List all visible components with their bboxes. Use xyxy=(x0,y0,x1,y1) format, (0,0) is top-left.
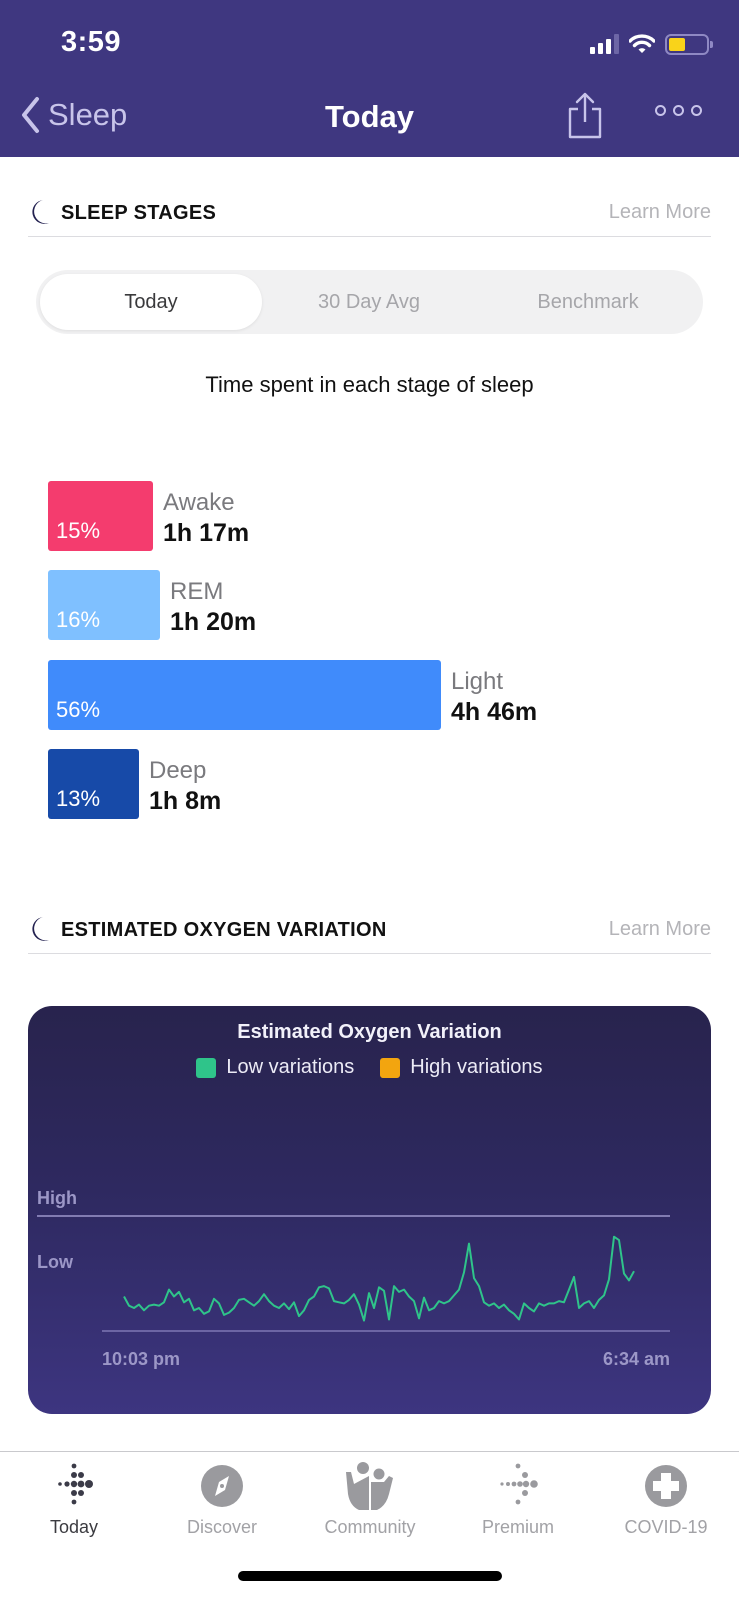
learn-more-link[interactable]: Learn More xyxy=(609,201,711,224)
medical-cross-icon xyxy=(645,1465,687,1507)
stage-percent: 13% xyxy=(56,786,101,811)
low-variation-series-line xyxy=(123,1235,635,1322)
y-tick-label-low: Low xyxy=(37,1252,74,1272)
tab-label: Premium xyxy=(481,1517,554,1537)
stage-percent: 16% xyxy=(56,607,101,632)
fitbit-logo-icon xyxy=(58,1463,93,1505)
tab-label: Today xyxy=(49,1517,99,1537)
back-button[interactable]: Sleep xyxy=(20,96,127,134)
stage-percent: 56% xyxy=(56,697,101,722)
battery-level xyxy=(669,37,685,51)
moon-icon xyxy=(32,200,49,224)
learn-more-link[interactable]: Learn More xyxy=(609,918,711,941)
stage-duration: 4h 46m xyxy=(451,698,538,726)
tab-today-nav[interactable]: Today xyxy=(0,1462,148,1548)
stage-duration: 1h 8m xyxy=(149,787,222,815)
more-options-icon[interactable] xyxy=(655,105,702,116)
x-tick-label-start: 10:03 pm xyxy=(102,1349,180,1369)
stage-name: REM xyxy=(170,578,224,605)
y-tick-label-high: High xyxy=(37,1188,77,1208)
stage-name: Deep xyxy=(149,757,207,784)
chevron-left-icon xyxy=(22,97,39,133)
tab-label: Community xyxy=(324,1517,416,1537)
tab-30-day-avg[interactable]: 30 Day Avg xyxy=(258,274,480,330)
tab-premium[interactable]: Premium xyxy=(444,1462,592,1548)
stages-subtitle: Time spent in each stage of sleep xyxy=(205,372,534,397)
oxygen-line-chart: High Low 10:03 pm 6:34 am xyxy=(37,1188,670,1369)
tab-label: Discover xyxy=(186,1517,257,1537)
compass-icon xyxy=(201,1465,243,1507)
back-label: Sleep xyxy=(48,97,128,132)
stage-name: Awake xyxy=(163,489,235,516)
tab-covid-19[interactable]: COVID-19 xyxy=(592,1462,739,1548)
period-segmented-control: Today 30 Day Avg Benchmark xyxy=(36,270,703,334)
app-header: 3:59 Sleep Today xyxy=(0,0,739,157)
tab-community[interactable]: Community xyxy=(296,1462,444,1548)
oxygen-variation-header: ESTIMATED OXYGEN VARIATION Learn More xyxy=(28,914,711,954)
tab-today[interactable]: Today xyxy=(40,274,262,330)
section-title: SLEEP STAGES xyxy=(61,202,217,224)
tab-benchmark[interactable]: Benchmark xyxy=(477,274,699,330)
cellular-signal-icon xyxy=(590,34,619,54)
sleep-stages-header: SLEEP STAGES Learn More xyxy=(28,197,711,237)
status-time: 3:59 xyxy=(61,26,122,58)
stage-duration: 1h 20m xyxy=(170,608,257,636)
home-indicator[interactable] xyxy=(238,1571,502,1581)
page-title: Today xyxy=(325,99,414,134)
x-tick-label-end: 6:34 am xyxy=(603,1349,670,1369)
moon-icon xyxy=(32,917,49,941)
wifi-icon xyxy=(629,34,655,53)
stage-percent: 15% xyxy=(56,518,101,543)
stage-bar xyxy=(48,660,441,730)
community-icon xyxy=(346,1462,393,1510)
stage-name: Light xyxy=(451,668,504,695)
stage-duration: 1h 17m xyxy=(163,519,250,547)
premium-icon xyxy=(500,1463,538,1505)
tab-label: COVID-19 xyxy=(624,1517,708,1537)
battery-icon xyxy=(665,33,713,55)
oxygen-variation-card: Estimated Oxygen Variation Low variation… xyxy=(28,1006,711,1414)
share-icon[interactable] xyxy=(565,92,605,140)
tab-discover[interactable]: Discover xyxy=(148,1462,296,1548)
status-icons xyxy=(590,32,713,56)
bottom-tab-bar: Today Discover Community Premium COVID-1… xyxy=(0,1451,739,1551)
section-title: ESTIMATED OXYGEN VARIATION xyxy=(61,919,387,941)
